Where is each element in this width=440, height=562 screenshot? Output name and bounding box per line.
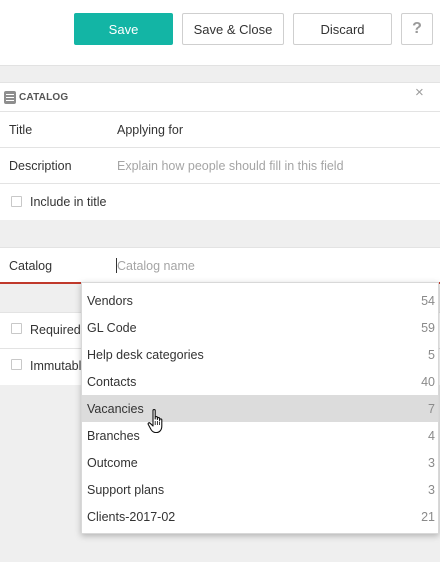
- dropdown-item-outcome[interactable]: Outcome 3: [82, 449, 438, 476]
- dropdown-item-count: 4: [428, 429, 435, 443]
- save-and-close-button[interactable]: Save & Close: [182, 13, 284, 45]
- description-input[interactable]: Explain how people should fill in this f…: [117, 159, 344, 173]
- dropdown-item-name: Vendors: [87, 294, 133, 308]
- close-icon[interactable]: ×: [415, 84, 424, 101]
- required-label: Required: [30, 323, 81, 337]
- dropdown-item-vacancies[interactable]: Vacancies 7: [82, 395, 438, 422]
- dropdown-item-name: Clients-2017-02: [87, 510, 176, 524]
- dropdown-item-clients-2017-02[interactable]: Clients-2017-02 21: [82, 503, 438, 530]
- hand-pointer-cursor-icon: [147, 409, 163, 434]
- discard-button[interactable]: Discard: [293, 13, 392, 45]
- required-checkbox[interactable]: [11, 323, 22, 334]
- help-button[interactable]: ?: [401, 13, 433, 45]
- dropdown-item-count: 3: [428, 456, 435, 470]
- dropdown-item-help-desk-categories[interactable]: Help desk categories 5: [82, 341, 438, 368]
- catalog-label: Catalog: [9, 259, 53, 273]
- dropdown-item-contacts[interactable]: Contacts 40: [82, 368, 438, 395]
- description-row: Description Explain how people should fi…: [0, 148, 440, 184]
- dropdown-item-count: 3: [428, 483, 435, 497]
- field-panel: CATALOG × Title Applying for Description…: [0, 82, 440, 220]
- dropdown-item-count: 40: [421, 375, 435, 389]
- immutable-label: Immutable: [30, 359, 89, 373]
- dropdown-item-gl-code[interactable]: GL Code 59: [82, 314, 438, 341]
- immutable-checkbox[interactable]: [11, 359, 22, 370]
- dropdown-item-support-plans[interactable]: Support plans 3: [82, 476, 438, 503]
- dropdown-item-count: 21: [421, 510, 435, 524]
- catalog-dropdown: Vendors 54 GL Code 59 Help desk categori…: [81, 282, 439, 534]
- dropdown-item-count: 5: [428, 348, 435, 362]
- panel-header: CATALOG ×: [0, 83, 440, 112]
- catalog-row: Catalog Catalog name: [0, 247, 440, 284]
- dropdown-item-name: Contacts: [87, 375, 137, 389]
- catalog-icon: [4, 91, 16, 104]
- save-button[interactable]: Save: [74, 13, 173, 45]
- title-input[interactable]: Applying for: [117, 123, 183, 137]
- include-in-title-row: Include in title: [0, 184, 440, 220]
- dropdown-item-count: 54: [421, 294, 435, 308]
- title-row: Title Applying for: [0, 112, 440, 148]
- include-in-title-checkbox[interactable]: [11, 196, 22, 207]
- title-label: Title: [9, 123, 33, 137]
- dropdown-item-name: Branches: [87, 429, 140, 443]
- dropdown-item-vendors[interactable]: Vendors 54: [82, 287, 438, 314]
- toolbar: Save Save & Close Discard ?: [0, 0, 440, 66]
- description-label: Description: [9, 159, 72, 173]
- include-in-title-label: Include in title: [30, 195, 107, 209]
- dropdown-item-name: Outcome: [87, 456, 138, 470]
- dropdown-item-name: Vacancies: [87, 402, 144, 416]
- dropdown-item-branches[interactable]: Branches 4: [82, 422, 438, 449]
- catalog-input[interactable]: Catalog name: [117, 259, 195, 273]
- dropdown-item-count: 59: [421, 321, 435, 335]
- dropdown-item-count: 7: [428, 402, 435, 416]
- dropdown-item-name: Support plans: [87, 483, 165, 497]
- dropdown-item-name: GL Code: [87, 321, 137, 335]
- dropdown-item-name: Help desk categories: [87, 348, 204, 362]
- panel-title: CATALOG: [19, 92, 69, 103]
